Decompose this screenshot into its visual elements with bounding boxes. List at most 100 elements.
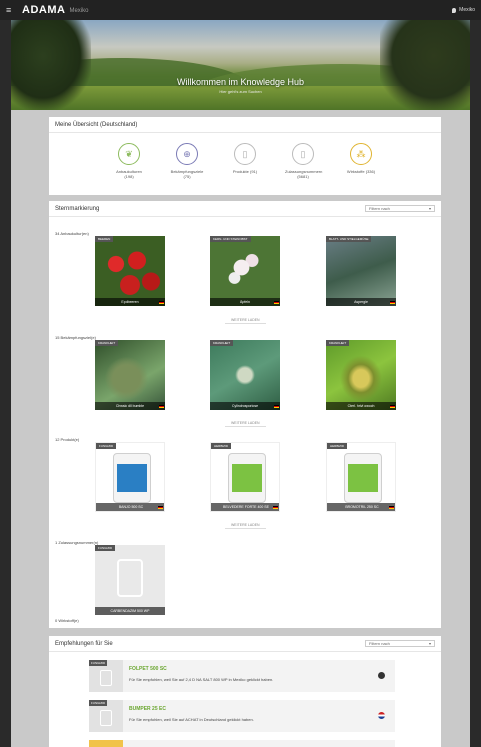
- registrations-count: 1 Zulassungsnummer(n): [55, 540, 99, 545]
- tile-tag: KERN- UND STEINOBST: [210, 236, 251, 242]
- recommendation-item[interactable]: FUNGIZID FOLPET 500 SC Für Sie empfohlen…: [89, 660, 395, 692]
- menu-icon[interactable]: ≡: [6, 5, 16, 15]
- flag-icon: [274, 405, 279, 408]
- registration-tile[interactable]: FUNGIZID CARBENDAZIM 500 WP: [95, 545, 165, 615]
- overview-item-crops[interactable]: ❦ Anbaukulturen (198): [111, 143, 147, 179]
- hero-trees: [380, 20, 470, 110]
- filter-label: Filtern nach: [369, 641, 390, 646]
- overview-panel: Meine Übersicht (Deutschland) ❦ Anbaukul…: [49, 117, 441, 195]
- product-label-image: [117, 464, 147, 492]
- canister-image: [344, 453, 382, 503]
- starred-panel: Sternmarkierung Filtern nach ▾ 34 Anbauk…: [49, 201, 441, 628]
- location-selector[interactable]: Mexiko: [452, 7, 475, 13]
- overview-label: Wirkstoffe (336): [346, 169, 376, 174]
- overview-label: Anbaukulturen (198): [116, 169, 142, 179]
- tile-caption: CARBENDAZIM 500 WP: [95, 607, 165, 615]
- location-pin-icon: [452, 7, 457, 13]
- recommendation-name[interactable]: FOLPET 500 SC: [129, 666, 167, 672]
- adama-logo[interactable]: ADAMA: [22, 4, 65, 16]
- tile-tag: FUNGIZID: [89, 700, 108, 706]
- target-tile[interactable]: KRANKHEIT Chwsiс dll bumble: [95, 340, 165, 410]
- overview-title: Meine Übersicht (Deutschland): [55, 121, 138, 128]
- overview-item-targets[interactable]: ⊕ Bekämpfungsziele (75): [169, 143, 205, 179]
- chevron-down-icon: ▾: [428, 641, 431, 646]
- flag-icon: [159, 405, 164, 408]
- crop-tile[interactable]: BEEREN Ерdbeeren: [95, 236, 165, 306]
- canister-placeholder-icon: [100, 710, 112, 726]
- recommendation-item[interactable]: FUNGIZID BUMPER 25 EC Für Sie empfohlen,…: [89, 700, 395, 732]
- load-more-button[interactable]: WEITERE LADEN: [225, 318, 266, 324]
- product-label-image: [232, 464, 262, 492]
- recommendations-title: Empfehlungen für Sie: [55, 640, 113, 647]
- product-thumbnail: FUNGIZID: [89, 700, 123, 732]
- overview-label: Zulassungsnummern (5681): [285, 169, 323, 179]
- tile-caption: Cylindrosporiose: [210, 402, 280, 410]
- chevron-down-icon: ▾: [428, 206, 431, 211]
- overview-items: ❦ Anbaukulturen (198) ⊕ Bekämpfungsziele…: [49, 143, 441, 179]
- tile-tag: FUNGIZID: [96, 443, 117, 449]
- actives-count: 0 Wirkstoff(e): [55, 618, 79, 623]
- crops-count: 34 Anbaukultur(en): [55, 231, 89, 236]
- product-label-image: [348, 464, 378, 492]
- tile-caption: BANJO 500 SC: [96, 503, 164, 511]
- tile-caption: BROMOTRIL 250 SC: [327, 503, 395, 511]
- overview-label: Produkte (91): [232, 169, 258, 174]
- recommendation-name[interactable]: BUMPER 25 EC: [129, 706, 166, 712]
- hero-trees: [11, 20, 91, 110]
- germany-flag-icon: [378, 712, 385, 719]
- flag-icon: [158, 506, 163, 509]
- location-label: Mexiko: [459, 7, 475, 13]
- tile-tag: KRANKHEIT: [210, 340, 234, 346]
- product-tile[interactable]: HERBIZID BROMOTRIL 250 SC: [326, 442, 396, 512]
- product-thumbnail: FUNGIZID: [89, 660, 123, 692]
- recommendation-item[interactable]: [89, 740, 395, 747]
- starred-title: Sternmarkierung: [55, 205, 100, 212]
- overview-item-registrations[interactable]: ▯ Zulassungsnummern (5681): [285, 143, 323, 179]
- tile-tag: FUNGIZID: [89, 660, 108, 666]
- canister-image: [113, 453, 151, 503]
- filter-label: Filtern nach: [369, 206, 390, 211]
- overview-item-products[interactable]: ▯ Produkte (91): [227, 143, 263, 179]
- target-tile[interactable]: KRANKHEIT Cylindrosporiose: [210, 340, 280, 410]
- tile-caption: Chwsiс dll bumble: [95, 402, 165, 410]
- product-tile[interactable]: HERBIZID BELVEDERE FORTE 400 SE: [210, 442, 280, 512]
- left-margin: [0, 20, 11, 747]
- sprout-icon: ❦: [118, 143, 140, 165]
- tile-tag: FUNGIZID: [95, 545, 116, 551]
- overview-label: Bekämpfungsziele (75): [170, 169, 204, 179]
- flag-icon: [389, 506, 394, 509]
- recommendation-reason: Für Sie empfohlen, weil Sie auf 2,4 D NA…: [129, 677, 274, 682]
- product-thumbnail: [89, 740, 123, 747]
- tile-tag: HERBIZID: [211, 443, 232, 449]
- flag-icon: [274, 301, 279, 304]
- flag-icon: [390, 405, 395, 408]
- target-tile[interactable]: KRANKHEIT Cterl. hrivl owoch: [326, 340, 396, 410]
- flag-icon: [390, 301, 395, 304]
- tile-caption: Aspergie: [326, 298, 396, 306]
- filter-dropdown[interactable]: Filtern nach ▾: [365, 640, 435, 647]
- region-label: Mexiko: [69, 8, 89, 14]
- tile-caption: Äpfeln: [210, 298, 280, 306]
- crop-tile[interactable]: KERN- UND STEINOBST Äpfeln: [210, 236, 280, 306]
- filter-dropdown[interactable]: Filtern nach ▾: [365, 205, 435, 212]
- canister-placeholder-icon: [117, 559, 143, 597]
- tile-tag: BLATT- UND STIELGEMÜSE: [326, 236, 372, 242]
- load-more-button[interactable]: WEITERE LADEN: [225, 523, 266, 529]
- product-tile[interactable]: FUNGIZID BANJO 500 SC: [95, 442, 165, 512]
- recommendations-header: Empfehlungen für Sie Filtern nach ▾: [49, 636, 441, 652]
- crop-tile[interactable]: BLATT- UND STIELGEMÜSE Aspergie: [326, 236, 396, 306]
- hero-banner: Willkommen im Knowledge Hub Hier geht's …: [11, 20, 470, 110]
- canister-placeholder-icon: [100, 670, 112, 686]
- overview-header: Meine Übersicht (Deutschland): [49, 117, 441, 133]
- hero-subtitle[interactable]: Hier geht's zum Suchen: [11, 89, 470, 94]
- tile-tag: KRANKHEIT: [95, 340, 119, 346]
- tile-tag: HERBIZID: [327, 443, 348, 449]
- hero-title: Willkommen im Knowledge Hub: [176, 77, 305, 87]
- canister-image: [228, 453, 266, 503]
- recommendations-panel: Empfehlungen für Sie Filtern nach ▾ FUNG…: [49, 636, 441, 747]
- target-icon: ⊕: [176, 143, 198, 165]
- canister-icon: ▯: [234, 143, 256, 165]
- load-more-button[interactable]: WEITERE LADEN: [225, 421, 266, 427]
- targets-count: 15 Bekämpfungsziel(e): [55, 335, 96, 340]
- overview-item-actives[interactable]: ⁂ Wirkstoffe (336): [343, 143, 379, 179]
